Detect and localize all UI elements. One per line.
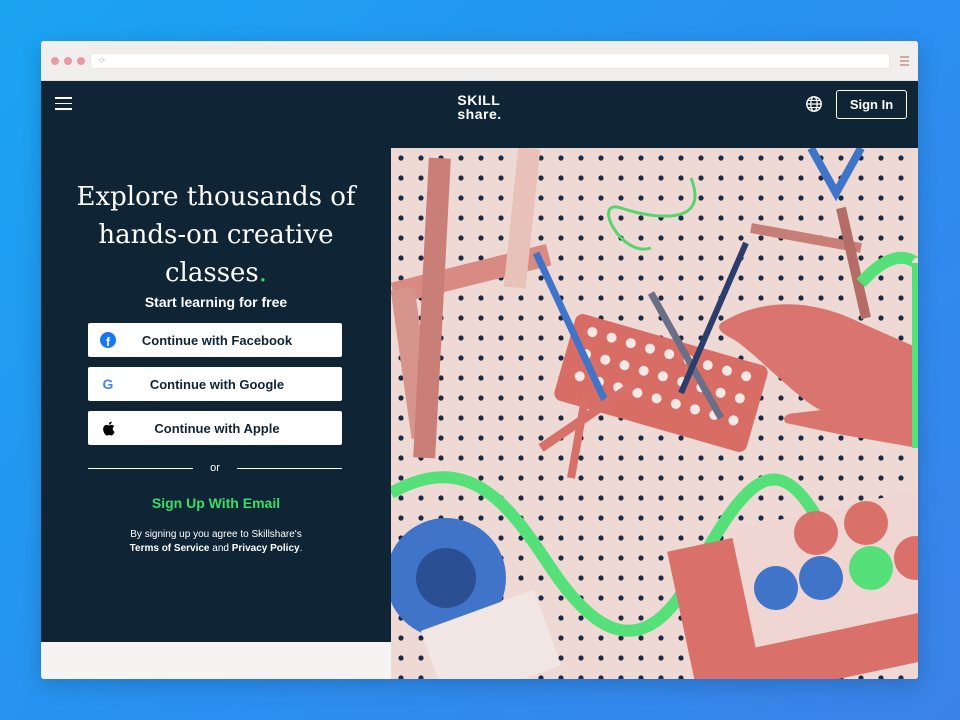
footer-strip bbox=[41, 642, 391, 679]
headline-line-2: hands-on creative bbox=[98, 220, 334, 250]
facebook-icon: f bbox=[100, 332, 116, 348]
top-navigation: SKILL share. Sign In bbox=[41, 81, 918, 148]
privacy-policy-link[interactable]: Privacy Policy bbox=[232, 543, 300, 554]
legal-notice: By signing up you agree to Skillshare's … bbox=[41, 528, 391, 556]
or-divider: or bbox=[88, 461, 342, 475]
browser-window: ⟳ SKILL share. Sign In Explore thousands… bbox=[41, 41, 918, 679]
address-bar[interactable]: ⟳ bbox=[90, 53, 890, 69]
legal-suffix: . bbox=[299, 543, 303, 554]
craft-pegboard-illustration bbox=[391, 148, 918, 679]
skillshare-logo[interactable]: SKILL share. bbox=[457, 93, 501, 121]
signup-panel: Explore thousands of hands-on creative c… bbox=[41, 148, 391, 642]
facebook-button-label: Continue with Facebook bbox=[141, 332, 293, 348]
signup-subhead: Start learning for free bbox=[144, 294, 288, 310]
window-controls bbox=[51, 56, 85, 65]
terms-of-service-link[interactable]: Terms of Service bbox=[130, 543, 210, 554]
browser-menu-icon[interactable] bbox=[900, 56, 909, 68]
minimize-dot[interactable] bbox=[64, 56, 72, 65]
browser-toolbar: ⟳ bbox=[41, 41, 918, 81]
continue-google-button[interactable]: G Continue with Google bbox=[88, 367, 342, 401]
sign-in-button[interactable]: Sign In bbox=[836, 90, 907, 119]
signup-headline: Explore thousands of hands-on creative c… bbox=[41, 178, 391, 292]
logo-line-1: SKILL bbox=[457, 92, 501, 108]
hamburger-menu-icon[interactable] bbox=[55, 97, 72, 110]
apple-icon bbox=[102, 421, 115, 436]
continue-facebook-button[interactable]: f Continue with Facebook bbox=[88, 323, 342, 357]
reload-icon[interactable]: ⟳ bbox=[99, 56, 106, 66]
logo-line-2: share. bbox=[457, 106, 502, 122]
headline-line-1: Explore thousands of bbox=[76, 182, 356, 212]
continue-apple-button[interactable]: Continue with Apple bbox=[88, 411, 342, 445]
apple-button-label: Continue with Apple bbox=[154, 420, 280, 436]
close-dot[interactable] bbox=[51, 56, 59, 65]
sign-up-with-email-link[interactable]: Sign Up With Email bbox=[41, 495, 391, 511]
maximize-dot[interactable] bbox=[77, 56, 85, 65]
google-icon: G bbox=[102, 376, 114, 392]
headline-line-3: classes. bbox=[164, 258, 268, 288]
google-button-label: Continue with Google bbox=[149, 376, 285, 392]
hero-image bbox=[391, 148, 918, 679]
legal-and: and bbox=[209, 543, 232, 554]
legal-prefix: By signing up you agree to Skillshare's bbox=[130, 529, 302, 540]
site-page: SKILL share. Sign In Explore thousands o… bbox=[41, 81, 918, 679]
globe-icon[interactable] bbox=[805, 95, 823, 113]
